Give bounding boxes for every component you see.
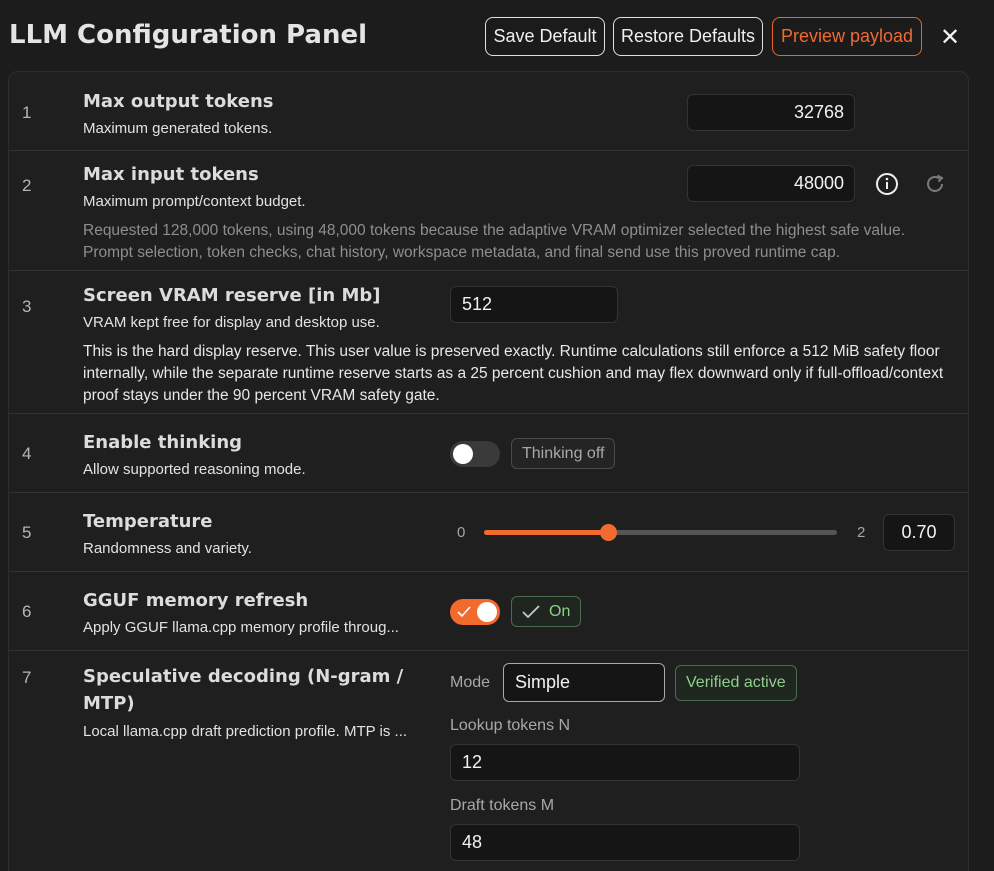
screen-vram-reserve-input[interactable]: 512 xyxy=(450,286,618,323)
row-number: 1 xyxy=(22,103,32,122)
setting-title: Temperature xyxy=(83,511,213,532)
preview-payload-button[interactable]: Preview payload xyxy=(772,17,922,56)
header-bar: LLM Configuration Panel Save Default Res… xyxy=(0,0,994,72)
save-default-button[interactable]: Save Default xyxy=(485,17,605,56)
lookup-tokens-input[interactable]: 12 xyxy=(450,744,800,781)
screen-vram-reserve-note: This is the hard display reserve. This u… xyxy=(83,343,944,404)
temperature-slider-thumb[interactable] xyxy=(599,524,617,541)
row-number: 6 xyxy=(22,602,32,621)
temperature-value-input[interactable]: 0.70 xyxy=(883,514,955,551)
setting-title: Max output tokens xyxy=(83,91,274,112)
setting-row-gguf-memory-refresh: 6 GGUF memory refresh Apply GGUF llama.c… xyxy=(9,572,968,651)
setting-row-speculative-decoding: 7 Speculative decoding (N-gram / MTP) Lo… xyxy=(9,651,968,871)
draft-tokens-input[interactable]: 48 xyxy=(450,824,800,861)
setting-description: Allow supported reasoning mode. xyxy=(83,461,306,478)
setting-title: GGUF memory refresh xyxy=(83,590,309,611)
row-number: 3 xyxy=(22,297,32,316)
settings-panel: 1 Max output tokens Maximum generated to… xyxy=(8,71,969,871)
temperature-slider-fill xyxy=(484,530,608,535)
reset-icon[interactable] xyxy=(922,171,948,197)
max-input-tokens-input[interactable]: 48000 xyxy=(687,165,855,202)
thinking-status-chip: Thinking off xyxy=(511,438,616,469)
setting-row-temperature: 5 Temperature Randomness and variety. 0 … xyxy=(9,493,968,572)
draft-tokens-label: Draft tokens M xyxy=(450,797,555,814)
setting-row-max-input-tokens: 2 Max input tokens Maximum prompt/contex… xyxy=(9,151,968,271)
mode-label: Mode xyxy=(450,674,491,691)
gguf-memory-refresh-toggle[interactable] xyxy=(450,599,500,625)
setting-row-enable-thinking: 4 Enable thinking Allow supported reason… xyxy=(9,414,968,493)
lookup-tokens-label: Lookup tokens N xyxy=(450,717,571,734)
toggle-knob xyxy=(477,602,497,622)
slider-min-label: 0 xyxy=(457,524,466,541)
restore-defaults-button[interactable]: Restore Defaults xyxy=(613,17,763,56)
setting-description: Apply GGUF llama.cpp memory profile thro… xyxy=(83,619,399,636)
setting-title-line-1: Speculative decoding (N-gram / xyxy=(83,666,404,687)
enable-thinking-toggle[interactable] xyxy=(450,441,500,467)
setting-title: Enable thinking xyxy=(83,432,243,453)
gguf-status-chip: On xyxy=(511,596,582,627)
setting-title-line-2: MTP) xyxy=(83,693,135,714)
max-input-tokens-note: Requested 128,000 tokens, using 48,000 t… xyxy=(83,222,906,261)
toggle-knob xyxy=(453,444,473,464)
gguf-status-label: On xyxy=(549,602,571,620)
setting-description: VRAM kept free for display and desktop u… xyxy=(83,314,380,331)
check-icon xyxy=(522,604,540,618)
verified-active-chip: Verified active xyxy=(675,665,797,701)
row-number: 4 xyxy=(22,444,32,463)
setting-description: Maximum prompt/context budget. xyxy=(83,193,306,210)
close-icon[interactable]: ✕ xyxy=(937,24,963,50)
max-output-tokens-input[interactable]: 32768 xyxy=(687,94,855,131)
setting-description: Maximum generated tokens. xyxy=(83,120,273,137)
setting-title: Max input tokens xyxy=(83,164,259,185)
row-number: 2 xyxy=(22,176,32,195)
row-number: 7 xyxy=(22,668,32,687)
setting-row-max-output-tokens: 1 Max output tokens Maximum generated to… xyxy=(9,72,968,151)
toggle-check-icon xyxy=(457,606,471,618)
setting-description: Local llama.cpp draft prediction profile… xyxy=(83,723,408,740)
setting-description: Randomness and variety. xyxy=(83,540,252,557)
setting-title: Screen VRAM reserve [in Mb] xyxy=(83,285,381,306)
row-number: 5 xyxy=(22,523,32,542)
slider-max-label: 2 xyxy=(857,524,866,541)
info-icon[interactable] xyxy=(874,171,900,197)
page-title: LLM Configuration Panel xyxy=(9,20,367,50)
mode-select[interactable]: Simple xyxy=(503,663,665,702)
setting-row-screen-vram-reserve: 3 Screen VRAM reserve [in Mb] VRAM kept … xyxy=(9,271,968,414)
